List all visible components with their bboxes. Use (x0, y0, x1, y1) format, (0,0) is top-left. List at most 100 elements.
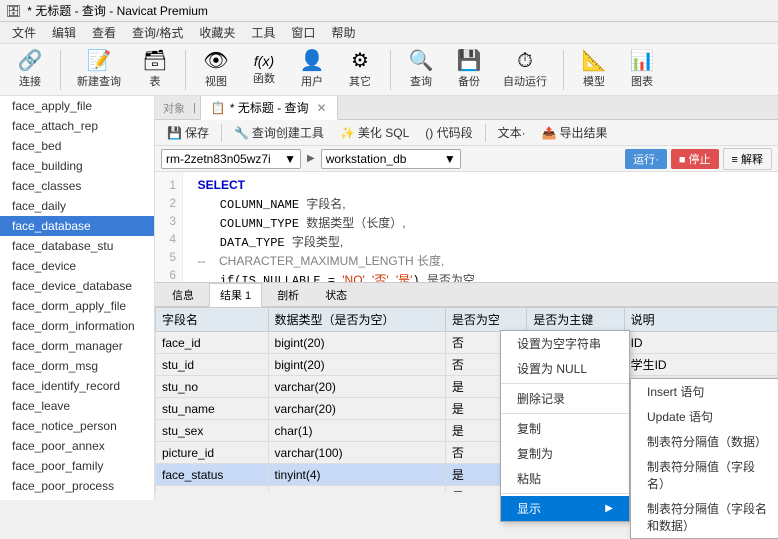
ctx-delete-record[interactable]: 删除记录 (501, 386, 629, 411)
menu-edit[interactable]: 编辑 (44, 22, 84, 43)
sub-context-menu: Insert 语句 Update 语句 制表符分隔值（数据） 制表符分隔值（字段… (630, 378, 778, 539)
tab-status[interactable]: 状态 (314, 283, 358, 307)
new-query-icon: 📝 (87, 51, 112, 71)
code-segment-button[interactable]: () 代码段 (419, 122, 478, 143)
toolbar-other[interactable]: ⚙ 其它 (338, 47, 382, 93)
toolbar-model[interactable]: 📐 模型 (572, 47, 616, 93)
backup-icon: 💾 (457, 51, 482, 71)
sub-ctx-tab-field[interactable]: 制表符分隔值（字段名） (631, 454, 778, 496)
cell-field: face_status (156, 464, 269, 486)
sub-ctx-tab-both[interactable]: 制表符分隔值（字段名和数据） (631, 496, 778, 538)
table-row[interactable]: stu_id bigint(20) 否 否 学生ID (156, 354, 778, 376)
sidebar-item-face-database-stu[interactable]: face_database_stu (0, 236, 154, 256)
cell-type: char(1) (268, 420, 445, 442)
cell-type: varchar(20) (268, 398, 445, 420)
toolbar: 🔗 连接 📝 新建查询 🗃 表 👁 视图 f(x) 函数 👤 用户 ⚙ 其它 🔍… (0, 44, 778, 96)
sidebar-item-face-classes[interactable]: face_classes (0, 176, 154, 196)
toolbar-new-query[interactable]: 📝 新建查询 (69, 47, 129, 93)
menu-help[interactable]: 帮助 (323, 22, 363, 43)
menu-window[interactable]: 窗口 (283, 22, 323, 43)
sub-ctx-insert[interactable]: Insert 语句 (631, 379, 778, 404)
sidebar-item-face-attach-rep[interactable]: face_attach_rep (0, 116, 154, 136)
sub-ctx-tab-data[interactable]: 制表符分隔值（数据） (631, 429, 778, 454)
tab-section-label: 对象 (159, 100, 189, 116)
ctx-copy-as[interactable]: 复制为 (501, 441, 629, 466)
menu-view[interactable]: 查看 (84, 22, 124, 43)
tab-query[interactable]: 📋 * 无标题 - 查询 ✕ (200, 96, 338, 120)
sidebar-item-face-bed[interactable]: face_bed (0, 136, 154, 156)
save-button[interactable]: 💾 保存 (161, 122, 215, 143)
menu-file[interactable]: 文件 (4, 22, 44, 43)
sidebar-item-face-device[interactable]: face_device (0, 256, 154, 276)
table-row[interactable]: face_id bigint(20) 否 是 ID (156, 332, 778, 354)
stop-button[interactable]: ■ 停止 (671, 149, 719, 169)
chart-icon: 📊 (630, 51, 655, 71)
toolbar-autorun[interactable]: ⏱ 自动运行 (495, 47, 555, 93)
sidebar-item-face-notice-person[interactable]: face_notice_person (0, 416, 154, 436)
sub-ctx-update[interactable]: Update 语句 (631, 404, 778, 429)
sidebar-item-face-daily[interactable]: face_daily (0, 196, 154, 216)
ctx-set-empty[interactable]: 设置为空字符串 (501, 331, 629, 356)
sidebar-item-face-device-database[interactable]: face_device_database (0, 276, 154, 296)
ctx-copy[interactable]: 复制 (501, 416, 629, 441)
col-header-nullable[interactable]: 是否为空 (445, 308, 526, 332)
sidebar-item-face-poor-family[interactable]: face_poor_family (0, 456, 154, 476)
sidebar-item-face-dorm-msg[interactable]: face_dorm_msg (0, 356, 154, 376)
sidebar-item-face-building[interactable]: face_building (0, 156, 154, 176)
toolbar-chart[interactable]: 📊 图表 (620, 47, 664, 93)
tab-info[interactable]: 信息 (161, 283, 205, 307)
conn-arrow: ▶ (307, 153, 315, 164)
explain-button[interactable]: ≡ 解释 (723, 148, 772, 170)
sidebar-item-face-poor-annex[interactable]: face_poor_annex (0, 436, 154, 456)
sidebar-item-face-dorm-manager[interactable]: face_dorm_manager (0, 336, 154, 356)
sidebar-item-face-identify-record[interactable]: face_identify_record (0, 376, 154, 396)
sidebar-item-face-dorm-apply-file[interactable]: face_dorm_apply_file (0, 296, 154, 316)
code-editor[interactable]: SELECT COLUMN_NAME 字段名, COLUMN_TYPE 数据类型… (183, 172, 778, 282)
sidebar-item-face-post-apply[interactable]: face_post_apply (0, 496, 154, 500)
ctx-paste[interactable]: 粘贴 (501, 466, 629, 491)
toolbar-table[interactable]: 🗃 表 (133, 47, 177, 93)
toolbar-sep-4 (563, 50, 564, 90)
server-select[interactable]: rm-2zetn83n05wz7i ▼ (161, 149, 301, 169)
cell-field: stu_sex (156, 420, 269, 442)
tab-sep: | (189, 102, 200, 114)
toolbar-backup[interactable]: 💾 备份 (447, 47, 491, 93)
toolbar-connect[interactable]: 🔗 连接 (8, 47, 52, 93)
title-bar: 🗄 * 无标题 - 查询 - Navicat Premium (0, 0, 778, 22)
sidebar-item-face-apply-file[interactable]: face_apply_file (0, 96, 154, 116)
tab-close-icon[interactable]: ✕ (316, 101, 326, 115)
toolbar-user[interactable]: 👤 用户 (290, 47, 334, 93)
database-select[interactable]: workstation_db ▼ (321, 149, 461, 169)
cell-field: stu_id (156, 354, 269, 376)
export-results-button[interactable]: 📤 导出结果 (536, 122, 614, 143)
ctx-sep-1 (501, 383, 629, 384)
sidebar-item-face-database[interactable]: face_database (0, 216, 154, 236)
model-icon: 📐 (582, 51, 607, 71)
sidebar-item-face-leave[interactable]: face_leave (0, 396, 154, 416)
col-header-primary[interactable]: 是否为主键 (527, 308, 624, 332)
tab-result1[interactable]: 结果 1 (209, 283, 262, 307)
sidebar-item-face-dorm-information[interactable]: face_dorm_information (0, 316, 154, 336)
menu-favorites[interactable]: 收藏夹 (191, 22, 243, 43)
col-header-field[interactable]: 字段名 (156, 308, 269, 332)
beautify-sql-button[interactable]: ✨ 美化 SQL (334, 122, 415, 143)
tab-query-label: * 无标题 - 查询 (230, 99, 309, 116)
toolbar-query[interactable]: 🔍 查询 (399, 47, 443, 93)
database-arrow-icon: ▼ (444, 152, 456, 166)
run-button[interactable]: 运行· (625, 149, 667, 169)
connect-icon: 🔗 (18, 51, 43, 71)
sidebar-item-face-poor-process[interactable]: face_poor_process (0, 476, 154, 496)
menu-tools[interactable]: 工具 (243, 22, 283, 43)
ctx-set-null[interactable]: 设置为 NULL (501, 356, 629, 381)
ctx-sep-3 (501, 493, 629, 494)
col-header-comment[interactable]: 说明 (624, 308, 777, 332)
text-mode-button[interactable]: 文本· (492, 122, 532, 143)
toolbar-function[interactable]: f(x) 函数 (242, 50, 286, 90)
tab-query-icon: 📋 (211, 101, 226, 115)
menu-query[interactable]: 查询/格式 (124, 22, 191, 43)
submenu-arrow-icon: ▶ (605, 503, 613, 514)
tab-profile[interactable]: 剖析 (266, 283, 310, 307)
col-header-type[interactable]: 数据类型（是否为空） (268, 308, 445, 332)
toolbar-view[interactable]: 👁 视图 (194, 47, 238, 93)
query-builder-button[interactable]: 🔧 查询创建工具 (228, 122, 330, 143)
